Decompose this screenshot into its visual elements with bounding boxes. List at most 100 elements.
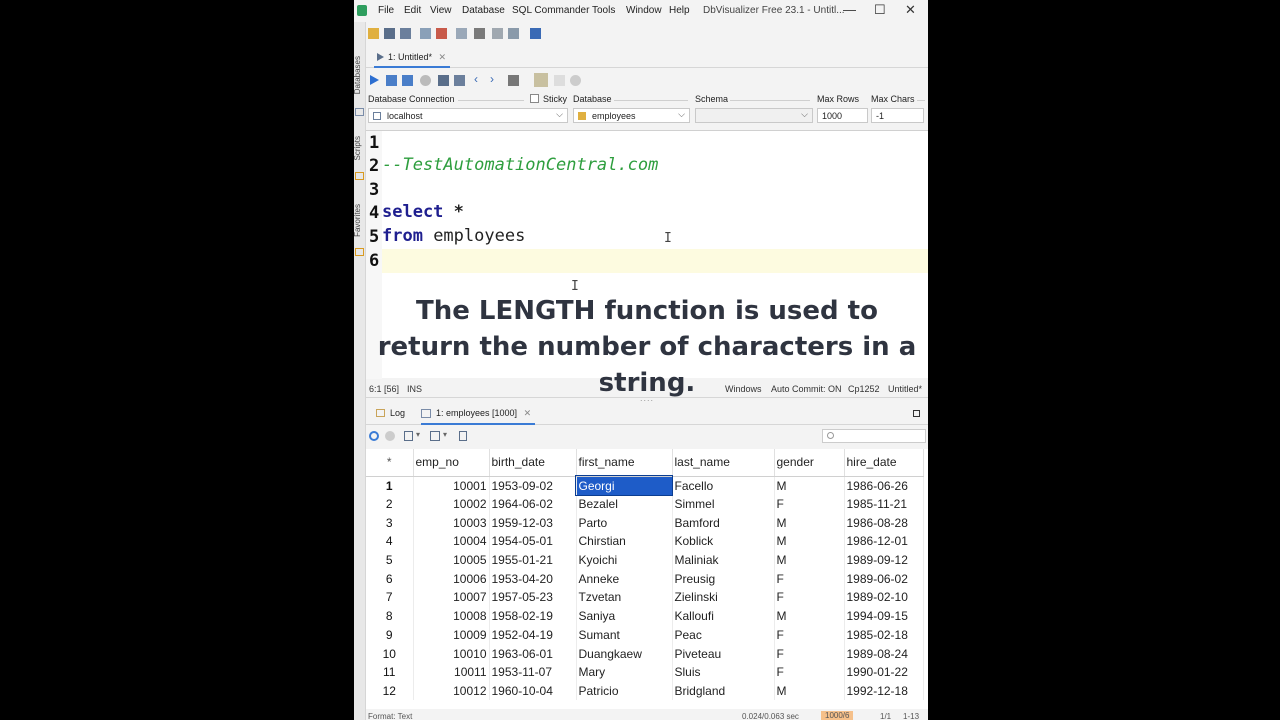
cell-last-name[interactable]: Preusig: [672, 569, 775, 589]
cell-last-name[interactable]: Koblick: [672, 532, 775, 551]
cell-first-name[interactable]: Tzvetan: [576, 588, 673, 607]
cell-hire-date[interactable]: 1989-02-10: [844, 588, 924, 607]
menu-database[interactable]: Database: [462, 5, 505, 16]
cell-first-name[interactable]: Anneke: [576, 569, 673, 589]
cell-emp-no[interactable]: 10006: [413, 569, 490, 589]
cell-birth-date[interactable]: 1954-05-01: [489, 532, 577, 551]
cell-hire-date[interactable]: 1986-12-01: [844, 532, 924, 551]
back-icon[interactable]: ‹: [474, 72, 485, 86]
cell-gender[interactable]: M: [774, 532, 845, 551]
open-icon[interactable]: [368, 28, 379, 39]
refresh-icon[interactable]: [369, 431, 379, 441]
explain-icon[interactable]: [570, 75, 581, 86]
cell-birth-date[interactable]: 1963-06-01: [489, 644, 577, 663]
cell-hire-date[interactable]: 1986-06-26: [844, 476, 924, 495]
cell-first-name[interactable]: Chirstian: [576, 532, 673, 551]
cell-gender[interactable]: F: [774, 588, 845, 607]
menu-edit[interactable]: Edit: [404, 5, 421, 16]
column-header-birth-date[interactable]: birth_date: [489, 449, 577, 477]
table-row[interactable]: 1 10001 1953-09-02 Georgi Facello M 1986-06-26: [366, 475, 924, 496]
cell-hire-date[interactable]: 1985-02-18: [844, 625, 924, 645]
column-header-gender[interactable]: gender: [774, 449, 845, 477]
row-number[interactable]: 10: [366, 644, 414, 663]
databases-icon[interactable]: [355, 108, 364, 116]
cell-gender[interactable]: M: [774, 550, 845, 570]
menu-sql-commander[interactable]: SQL Commander: [512, 5, 589, 16]
row-number[interactable]: 6: [366, 569, 414, 589]
table-row[interactable]: 9 10009 1952-04-19 Sumant Peac F 1985-02-18: [366, 625, 924, 645]
cell-birth-date[interactable]: 1957-05-23: [489, 588, 577, 607]
row-number[interactable]: 4: [366, 532, 414, 551]
pointer-icon[interactable]: [530, 28, 541, 39]
cell-birth-date[interactable]: 1964-06-02: [489, 494, 577, 514]
row-number[interactable]: 7: [366, 588, 414, 607]
scripts-icon[interactable]: [355, 172, 364, 180]
row-number[interactable]: 1: [366, 476, 414, 495]
chevron-down-icon[interactable]: ▾: [416, 430, 427, 441]
column-header-first-name[interactable]: first_name: [576, 449, 673, 477]
row-number[interactable]: 8: [366, 606, 414, 626]
disconnect-icon[interactable]: [436, 28, 447, 39]
table-row[interactable]: 6 10006 1953-04-20 Anneke Preusig F 1989-06-02: [366, 569, 924, 589]
cell-hire-date[interactable]: 1990-01-22: [844, 662, 924, 682]
cell-last-name[interactable]: Piveteau: [672, 644, 775, 663]
close-button[interactable]: ✕: [905, 2, 916, 18]
row-number[interactable]: 11: [366, 662, 414, 682]
cell-emp-no[interactable]: 10002: [413, 494, 490, 514]
cell-emp-no[interactable]: 10009: [413, 625, 490, 645]
tab-log[interactable]: Log: [376, 408, 405, 418]
result-grid[interactable]: * emp_no birth_date first_name last_name…: [366, 449, 928, 709]
close-tab-icon[interactable]: ✕: [439, 52, 447, 62]
menu-window[interactable]: Window: [626, 5, 662, 16]
cell-emp-no[interactable]: 10011: [413, 662, 490, 682]
row-number[interactable]: 9: [366, 625, 414, 645]
cell-birth-date[interactable]: 1958-02-19: [489, 606, 577, 626]
line-separator[interactable]: Windows: [725, 384, 762, 394]
cell-hire-date[interactable]: 1985-11-21: [844, 494, 924, 514]
cell-birth-date[interactable]: 1955-01-21: [489, 550, 577, 570]
column-header-hire-date[interactable]: hire_date: [844, 449, 924, 477]
sticky-checkbox[interactable]: [530, 94, 539, 103]
max-rows-field[interactable]: 1000: [817, 108, 868, 123]
table-row[interactable]: 2 10002 1964-06-02 Bezalel Simmel F 1985-11-21: [366, 494, 924, 514]
menu-view[interactable]: View: [430, 5, 452, 16]
commit-icon[interactable]: [438, 75, 449, 86]
row-number[interactable]: 2: [366, 494, 414, 514]
database-select[interactable]: employees ⌵: [573, 108, 690, 123]
table-row[interactable]: 8 10008 1958-02-19 Saniya Kalloufi M 1994-09-1…: [366, 606, 924, 626]
row-number[interactable]: 5: [366, 550, 414, 570]
close-tab-icon[interactable]: ✕: [524, 408, 532, 418]
cell-last-name[interactable]: Sluis: [672, 662, 775, 682]
cell-birth-date[interactable]: 1953-09-02: [489, 476, 577, 495]
cell-emp-no[interactable]: 10010: [413, 644, 490, 663]
cell-gender[interactable]: M: [774, 606, 845, 626]
rollback-icon[interactable]: [454, 75, 465, 86]
cell-first-name[interactable]: Mary: [576, 662, 673, 682]
menu-file[interactable]: File: [378, 5, 394, 16]
cell-emp-no[interactable]: 10012: [413, 681, 490, 701]
cell-gender[interactable]: M: [774, 476, 845, 495]
minimize-button[interactable]: —: [843, 2, 856, 17]
cell-birth-date[interactable]: 1960-10-04: [489, 681, 577, 701]
maximize-button[interactable]: ☐: [874, 2, 886, 18]
row-number[interactable]: 12: [366, 681, 414, 701]
max-chars-field[interactable]: -1: [871, 108, 924, 123]
stop-icon[interactable]: [385, 431, 395, 441]
cell-emp-no[interactable]: 10005: [413, 550, 490, 570]
cell-last-name[interactable]: Maliniak: [672, 550, 775, 570]
table-row[interactable]: 11 10011 1953-11-07 Mary Sluis F 1990-01-22: [366, 662, 924, 682]
table-row[interactable]: 4 10004 1954-05-01 Chirstian Koblick M 1986-12…: [366, 532, 924, 551]
format-icon[interactable]: [554, 75, 565, 86]
cell-hire-date[interactable]: 1986-08-28: [844, 513, 924, 533]
cell-first-name[interactable]: Patricio: [576, 681, 673, 701]
dock-favorites-tab[interactable]: Favorites: [354, 204, 362, 237]
cell-hire-date[interactable]: 1989-08-24: [844, 644, 924, 663]
column-header-last-name[interactable]: last_name: [672, 449, 775, 477]
cell-last-name[interactable]: Bridgland: [672, 681, 775, 701]
table-row[interactable]: 12 10012 1960-10-04 Patricio Bridgland M 1992-…: [366, 681, 924, 701]
cell-first-name[interactable]: Georgi: [575, 475, 673, 496]
cell-emp-no[interactable]: 10004: [413, 532, 490, 551]
sql-editor[interactable]: 1 2 3 4 5 6 --TestAutomationCentral.com …: [366, 130, 928, 398]
cell-emp-no[interactable]: 10003: [413, 513, 490, 533]
auto-commit-icon[interactable]: [534, 73, 548, 87]
